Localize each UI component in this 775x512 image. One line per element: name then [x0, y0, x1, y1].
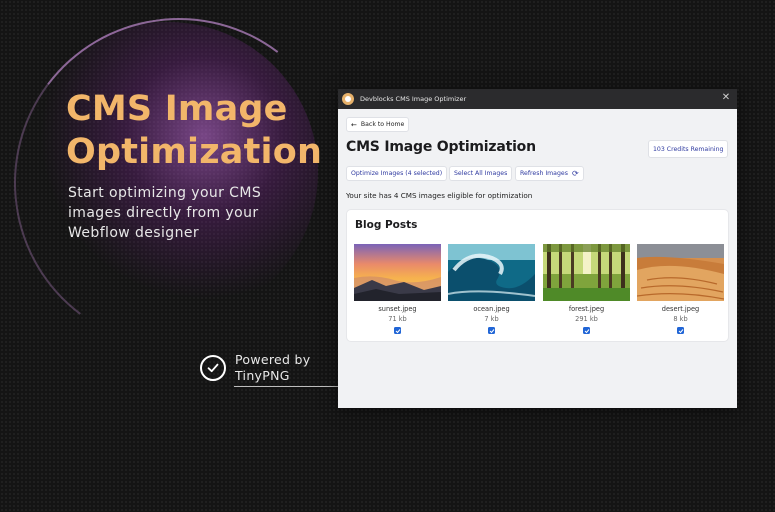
sunset-thumbnail — [354, 244, 441, 301]
image-filename: sunset.jpeg — [378, 305, 417, 313]
desert-thumbnail — [637, 244, 724, 301]
image-checkbox[interactable] — [583, 327, 590, 334]
back-to-home-button[interactable]: ← Back to Home — [346, 117, 410, 132]
forest-thumbnail — [543, 244, 630, 301]
image-filesize: 291 kb — [575, 315, 598, 323]
powered-by-label: Powered by — [235, 352, 311, 367]
image-filesize: 71 kb — [388, 315, 407, 323]
window-titlebar: Devblocks CMS Image Optimizer ✕ — [338, 89, 737, 109]
back-label: Back to Home — [360, 121, 405, 128]
powered-by-text: Powered by TinyPNG — [235, 352, 310, 384]
checkmark-icon — [200, 355, 226, 381]
hero-title: CMS Image Optimization — [66, 89, 323, 172]
app-window: Devblocks CMS Image Optimizer ✕ ← Back t… — [338, 89, 737, 408]
credits-badge: 103 Credits Remaining — [648, 140, 729, 158]
close-icon[interactable]: ✕ — [721, 93, 731, 103]
image-checkbox[interactable] — [677, 327, 684, 334]
hero-subtitle: Start optimizing your CMS images directl… — [68, 185, 262, 241]
select-all-images-button[interactable]: Select All Images — [449, 166, 513, 181]
image-checkbox[interactable] — [394, 327, 401, 334]
optimize-images-button[interactable]: Optimize Images (4 selected) — [346, 166, 448, 181]
connector-line — [234, 386, 338, 387]
app-logo-icon — [342, 93, 354, 105]
image-filesize: 8 kb — [673, 315, 688, 323]
window-title: Devblocks CMS Image Optimizer — [360, 95, 467, 103]
refresh-label: Refresh Images — [520, 170, 568, 177]
blog-posts-card: Blog Posts sunset.jpeg 71 kb ocean.jpeg … — [346, 209, 729, 342]
powered-by-badge: Powered by TinyPNG — [200, 352, 310, 384]
ocean-thumbnail — [448, 244, 535, 301]
image-filesize: 7 kb — [484, 315, 499, 323]
arrow-left-icon: ← — [351, 120, 357, 129]
page-title: CMS Image Optimization — [346, 139, 536, 155]
refresh-images-button[interactable]: Refresh Images ⟳ — [515, 166, 584, 181]
image-checkbox[interactable] — [488, 327, 495, 334]
refresh-icon: ⟳ — [571, 169, 579, 178]
eligible-count-text: Your site has 4 CMS images eligible for … — [346, 191, 533, 200]
image-filename: forest.jpeg — [568, 305, 605, 313]
image-filename: ocean.jpeg — [473, 305, 510, 313]
section-title: Blog Posts — [355, 219, 418, 231]
powered-by-brand: TinyPNG — [235, 368, 290, 383]
image-filename: desert.jpeg — [661, 305, 700, 313]
